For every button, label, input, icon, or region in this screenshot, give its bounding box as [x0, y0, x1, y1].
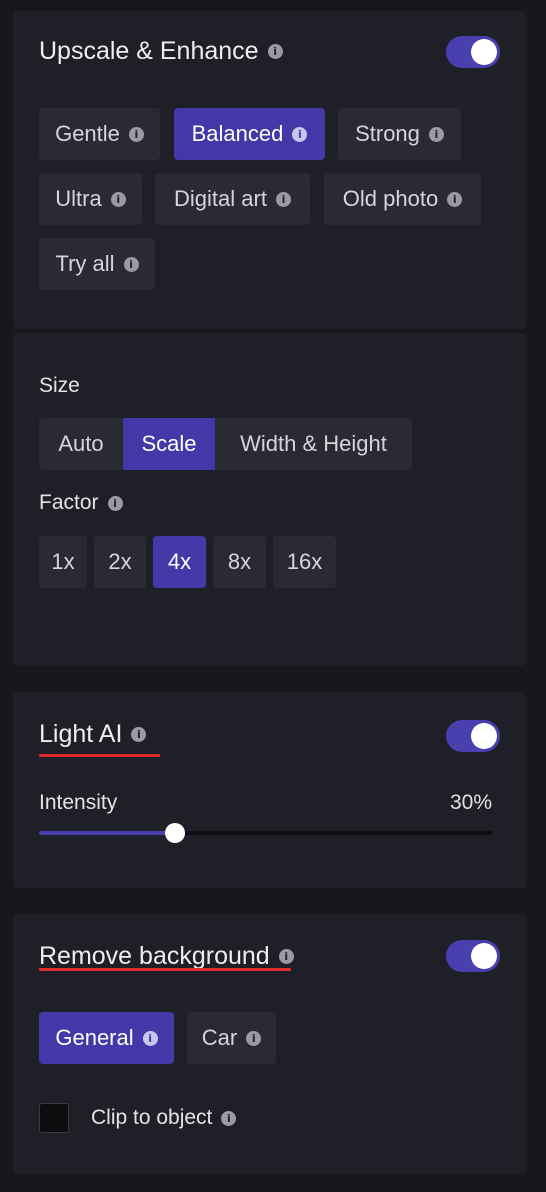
mode-label: Balanced: [191, 121, 284, 146]
intensity-slider-fill: [39, 831, 176, 835]
info-icon[interactable]: i: [278, 949, 294, 964]
intensity-slider-track[interactable]: [39, 831, 493, 835]
factor-1x-button[interactable]: 1x: [39, 536, 87, 588]
toggle-knob: [471, 943, 497, 969]
clip-to-object-checkbox[interactable]: [39, 1103, 69, 1133]
remove-bg-title-text: Remove background: [39, 942, 270, 970]
mode-digital-art-button[interactable]: Digital art i: [155, 173, 310, 225]
mode-try-all-button[interactable]: Try all i: [39, 238, 155, 290]
info-icon[interactable]: i: [447, 191, 463, 207]
remove-bg-general-button[interactable]: General i: [39, 1012, 174, 1064]
size-width-height-button[interactable]: Width & Height: [215, 418, 412, 470]
mode-strong-button[interactable]: Strong i: [338, 108, 461, 160]
factor-4x-button[interactable]: 4x: [153, 536, 206, 588]
annotation-underline: [39, 754, 160, 757]
upscale-title: Upscale & Enhance i: [39, 37, 283, 66]
remove-bg-mode-label: General: [55, 1025, 134, 1050]
info-icon[interactable]: i: [128, 126, 144, 142]
info-icon[interactable]: i: [275, 191, 291, 207]
clip-to-object-text: Clip to object: [91, 1106, 213, 1129]
info-icon[interactable]: i: [221, 1110, 237, 1126]
size-scale-button[interactable]: Scale: [123, 418, 215, 470]
info-icon[interactable]: i: [142, 1030, 158, 1046]
factor-option-label: 2x: [108, 549, 132, 574]
mode-label: Try all: [55, 251, 115, 276]
size-option-label: Scale: [141, 431, 197, 456]
size-auto-button[interactable]: Auto: [39, 418, 123, 470]
size-panel: Size Auto Scale Width & Height Factor i …: [13, 333, 526, 666]
light-ai-toggle[interactable]: [446, 720, 500, 752]
factor-8x-button[interactable]: 8x: [213, 536, 266, 588]
upscale-title-text: Upscale & Enhance: [39, 37, 259, 65]
factor-16x-button[interactable]: 16x: [273, 536, 336, 588]
factor-2x-button[interactable]: 2x: [94, 536, 146, 588]
toggle-knob: [471, 723, 497, 749]
info-icon[interactable]: i: [131, 727, 147, 742]
upscale-panel: Upscale & Enhance i Gentle i Balanced i …: [13, 11, 526, 329]
mode-label: Digital art: [174, 186, 267, 211]
size-option-label: Width & Height: [240, 431, 387, 456]
factor-option-label: 16x: [286, 549, 323, 574]
annotation-underline: [39, 968, 291, 971]
intensity-value: 30%: [449, 791, 492, 814]
mode-label: Ultra: [55, 186, 102, 211]
info-icon[interactable]: i: [246, 1030, 262, 1046]
factor-option-label: 4x: [167, 549, 192, 574]
remove-bg-title: Remove background i: [39, 942, 294, 971]
light-ai-title-text: Light AI: [39, 720, 123, 748]
info-icon[interactable]: i: [107, 495, 123, 511]
toggle-knob: [471, 39, 497, 65]
mode-gentle-button[interactable]: Gentle i: [39, 108, 160, 160]
mode-label: Old photo: [342, 186, 439, 211]
mode-ultra-button[interactable]: Ultra i: [39, 173, 142, 225]
factor-option-label: 8x: [227, 549, 252, 574]
mode-old-photo-button[interactable]: Old photo i: [324, 173, 481, 225]
clip-to-object-label: Clip to object i: [91, 1106, 237, 1130]
factor-label: Factor i: [39, 491, 123, 515]
size-label: Size: [39, 374, 80, 397]
mode-label: Gentle: [55, 121, 120, 146]
intensity-slider-thumb[interactable]: [165, 823, 186, 843]
remove-bg-toggle[interactable]: [446, 940, 500, 972]
intensity-label: Intensity: [39, 791, 118, 814]
factor-option-label: 1x: [51, 549, 75, 574]
remove-bg-mode-label: Car: [201, 1025, 238, 1050]
info-icon[interactable]: i: [428, 126, 444, 142]
remove-bg-panel: Remove background i General i Car i Clip…: [13, 914, 526, 1174]
info-icon[interactable]: i: [267, 44, 283, 59]
upscale-toggle[interactable]: [446, 36, 500, 68]
info-icon[interactable]: i: [123, 256, 139, 272]
factor-label-text: Factor: [39, 491, 99, 514]
info-icon[interactable]: i: [110, 191, 126, 207]
light-ai-title: Light AI i: [39, 720, 147, 749]
remove-bg-car-button[interactable]: Car i: [187, 1012, 276, 1064]
mode-balanced-button[interactable]: Balanced i: [174, 108, 325, 160]
mode-label: Strong: [355, 121, 420, 146]
light-ai-panel: Light AI i Intensity 30%: [13, 692, 526, 888]
size-option-label: Auto: [58, 431, 104, 456]
info-icon[interactable]: i: [292, 126, 308, 142]
